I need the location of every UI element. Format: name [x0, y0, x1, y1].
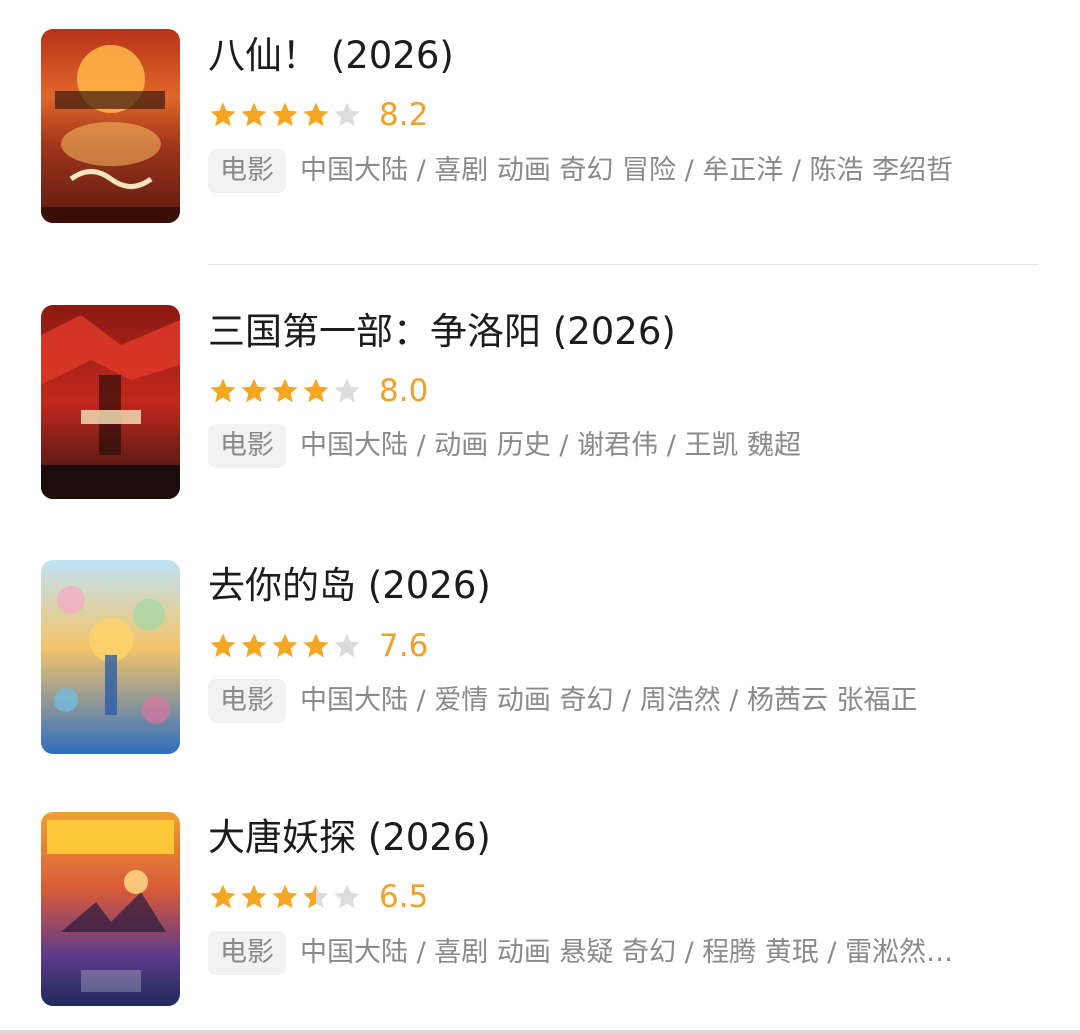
star-filled-icon — [272, 884, 298, 909]
movie-poster[interactable] — [41, 812, 180, 1006]
star-rating — [208, 631, 363, 661]
rating-row: 8.0 — [208, 371, 428, 411]
movie-meta: 中国大陆 / 喜剧 动画 悬疑 奇幻 / 程腾 黄珉 / 雷淞然… — [300, 937, 954, 968]
star-filled-icon — [210, 378, 236, 403]
rating-score: 8.2 — [379, 97, 429, 133]
star-filled-icon — [241, 378, 267, 403]
star-rating — [208, 100, 363, 130]
star-half-icon — [303, 884, 329, 909]
movie-title[interactable]: 去你的岛 (2026) — [208, 562, 491, 610]
star-empty-icon — [334, 633, 360, 658]
star-filled-icon — [272, 633, 298, 658]
star-filled-icon — [272, 378, 298, 403]
rating-row: 7.6 — [208, 626, 428, 666]
star-empty-icon — [334, 884, 360, 909]
rating-score: 8.0 — [379, 373, 429, 409]
divider — [208, 264, 1038, 265]
star-rating — [208, 376, 363, 406]
movie-poster[interactable] — [41, 29, 180, 223]
movie-title[interactable]: 三国第一部：争洛阳 (2026) — [208, 308, 676, 356]
movie-meta: 中国大陆 / 喜剧 动画 奇幻 冒险 / 牟正洋 / 陈浩 李绍哲 — [300, 155, 954, 186]
meta-row: 电影 中国大陆 / 爱情 动画 奇幻 / 周浩然 / 杨茜云 张福正 — [208, 678, 918, 724]
meta-row: 电影 中国大陆 / 动画 历史 / 谢君伟 / 王凯 魏超 — [208, 423, 801, 469]
star-filled-icon — [272, 102, 298, 127]
bottom-border — [0, 1030, 1080, 1034]
star-filled-icon — [303, 378, 329, 403]
star-empty-icon — [334, 378, 360, 403]
movie-meta: 中国大陆 / 爱情 动画 奇幻 / 周浩然 / 杨茜云 张福正 — [300, 685, 918, 716]
movie-title[interactable]: 大唐妖探 (2026) — [208, 814, 491, 862]
star-filled-icon — [210, 884, 236, 909]
type-tag: 电影 — [208, 424, 286, 468]
rating-score: 6.5 — [379, 879, 429, 915]
star-filled-icon — [210, 633, 236, 658]
star-filled-icon — [241, 102, 267, 127]
movie-poster[interactable] — [41, 305, 180, 499]
type-tag: 电影 — [208, 149, 286, 193]
meta-row: 电影 中国大陆 / 喜剧 动画 奇幻 冒险 / 牟正洋 / 陈浩 李绍哲 — [208, 148, 953, 194]
star-empty-icon — [334, 102, 360, 127]
star-filled-icon — [241, 633, 267, 658]
rating-row: 6.5 — [208, 877, 428, 917]
movie-meta: 中国大陆 / 动画 历史 / 谢君伟 / 王凯 魏超 — [300, 430, 801, 461]
meta-row: 电影 中国大陆 / 喜剧 动画 悬疑 奇幻 / 程腾 黄珉 / 雷淞然… — [208, 930, 953, 976]
movie-poster[interactable] — [41, 560, 180, 754]
movie-title[interactable]: 八仙！ (2026) — [208, 32, 454, 80]
star-filled-icon — [241, 884, 267, 909]
rating-row: 8.2 — [208, 95, 428, 135]
type-tag: 电影 — [208, 679, 286, 723]
star-rating — [208, 882, 363, 912]
star-filled-icon — [303, 633, 329, 658]
star-filled-icon — [303, 102, 329, 127]
type-tag: 电影 — [208, 931, 286, 975]
rating-score: 7.6 — [379, 628, 429, 664]
star-filled-icon — [210, 102, 236, 127]
